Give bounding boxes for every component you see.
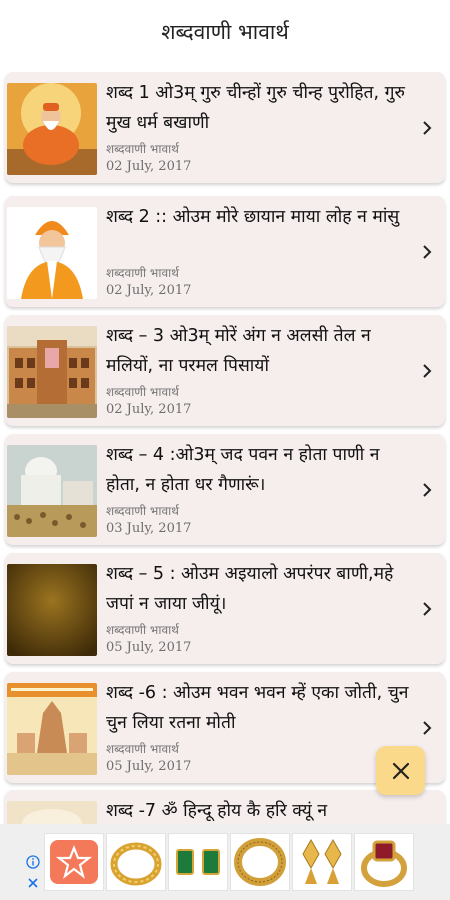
post-title: शब्द – 4 :ओ3म् जद पवन न होता पाणी न होता… [106, 445, 380, 495]
post-category: शब्दवाणी भावार्थ [106, 742, 179, 756]
post-category: शब्दवाणी भावार्थ [106, 142, 179, 156]
chevron-right-icon [423, 602, 432, 616]
post-card[interactable]: शब्द -7 ॐ हिन्दू होय कै हरि क्यूं न [5, 790, 445, 824]
ad-product-gold-earrings[interactable] [292, 833, 352, 891]
ad-product-emerald-earrings[interactable] [168, 833, 228, 891]
post-category: शब्दवाणी भावार्थ [106, 623, 179, 637]
close-icon [392, 762, 409, 779]
post-thumbnail [7, 564, 97, 656]
post-card[interactable]: शब्द – 4 :ओ3म् जद पवन न होता पाणी न होता… [5, 434, 445, 545]
post-thumbnail [7, 207, 97, 299]
post-card[interactable]: शब्द – 3 ओ3म् मोरें अंग न अलसी तेल न मलि… [5, 315, 445, 426]
post-thumbnail [7, 83, 97, 175]
chevron-right-icon [423, 483, 432, 497]
post-date: 03 July, 2017 [106, 521, 192, 536]
post-thumbnail [7, 445, 97, 537]
ad-info-icon[interactable] [26, 855, 40, 869]
post-title: शब्द – 3 ओ3म् मोरें अंग न अलसी तेल न मलि… [106, 326, 371, 376]
post-category: शब्दवाणी भावार्थ [106, 266, 179, 280]
post-card[interactable]: शब्द – 5 : ओउम अइयालो अपरंपर बाणी,महे जप… [5, 553, 445, 664]
post-card[interactable]: शब्द 1 ओ3म् गुरु चीन्हों गुरु चीन्ह पुरो… [5, 72, 445, 183]
post-date: 05 July, 2017 [106, 759, 192, 774]
post-title: शब्द – 5 : ओउम अइयालो अपरंपर बाणी,महे जप… [106, 564, 394, 614]
post-title: शब्द -6 : ओउम भवन भवन म्हें एका जोती, चु… [106, 683, 409, 733]
post-date: 02 July, 2017 [106, 283, 192, 298]
app-title: शब्दवाणी भावार्थ [161, 20, 289, 44]
chevron-right-icon [423, 364, 432, 378]
close-fab-button[interactable] [376, 746, 425, 795]
post-card[interactable]: शब्द 2 :: ओउम मोरे छायान माया लोह न मांस… [5, 196, 445, 307]
post-date: 02 July, 2017 [106, 402, 192, 417]
post-date: 05 July, 2017 [106, 640, 192, 655]
chevron-right-icon [423, 721, 432, 735]
ad-close-icon[interactable] [26, 876, 40, 890]
post-title: शब्द 1 ओ3म् गुरु चीन्हों गुरु चीन्ह पुरो… [106, 83, 405, 133]
post-thumbnail [7, 683, 97, 775]
chevron-right-icon [423, 245, 432, 259]
post-title: शब्द 2 :: ओउम मोरे छायान माया लोह न मांस… [106, 207, 400, 227]
app-bar: शब्दवाणी भावार्थ [0, 0, 450, 64]
post-category: शब्दवाणी भावार्थ [106, 504, 179, 518]
post-category: शब्दवाणी भावार्थ [106, 385, 179, 399]
ad-banner[interactable] [0, 824, 450, 900]
post-date: 02 July, 2017 [106, 159, 192, 174]
ad-product-ruby-ring[interactable] [354, 833, 414, 891]
post-thumbnail [7, 326, 97, 418]
ad-product-gold-band-ring[interactable] [230, 833, 290, 891]
ad-product-gold-ring[interactable] [106, 833, 166, 891]
post-title: शब्द -7 ॐ हिन्दू होय कै हरि क्यूं न [106, 801, 328, 821]
ad-brand-logo[interactable] [44, 833, 104, 891]
chevron-right-icon [423, 121, 432, 135]
post-list[interactable]: शब्द 1 ओ3म् गुरु चीन्हों गुरु चीन्ह पुरो… [0, 72, 450, 824]
post-thumbnail [7, 801, 97, 824]
